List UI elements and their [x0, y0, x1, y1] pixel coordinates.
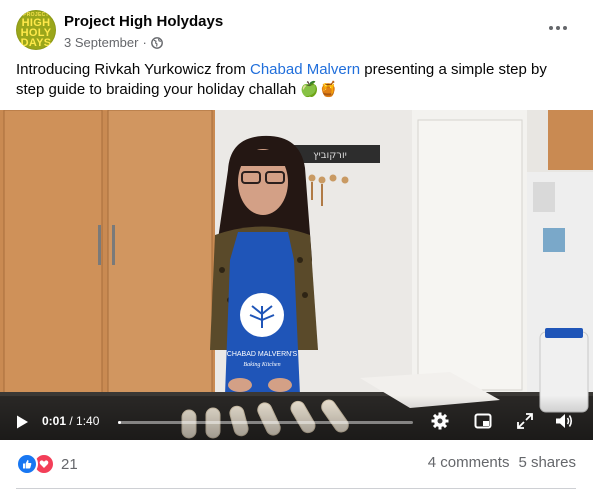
wall-sign-text: יורקוביץ [313, 150, 347, 161]
shares-link[interactable]: 5 shares [518, 454, 576, 471]
progress-bar[interactable] [118, 421, 413, 424]
comments-link[interactable]: 4 comments [428, 454, 510, 471]
globe-icon [150, 36, 163, 49]
play-icon[interactable] [14, 414, 30, 430]
more-icon[interactable] [544, 18, 572, 38]
page-name-link[interactable]: Project High Holydays [64, 13, 223, 30]
video-frame: יורקוביץ CHABAD MALVERN'S Baking Kitchen [0, 110, 593, 440]
duration: 1:40 [76, 414, 100, 428]
post-caption: Introducing Rivkah Yurkowicz from Chabad… [16, 60, 576, 100]
video-player[interactable]: יורקוביץ CHABAD MALVERN'S Baking Kitchen [0, 110, 593, 440]
post-header: PROJECT HIGH HOLY DAYS Project High Holy… [16, 10, 576, 54]
page-avatar[interactable]: PROJECT HIGH HOLY DAYS [16, 10, 56, 50]
divider [16, 488, 576, 489]
caption-text-start: Introducing Rivkah Yurkowicz from [16, 61, 250, 78]
meta-dot: · [142, 35, 147, 50]
progress-fill [118, 421, 121, 424]
apron-text-1: CHABAD MALVERN'S [227, 351, 298, 358]
reactions-summary[interactable]: 21 [16, 452, 78, 476]
avatar-text-4: DAYS [20, 37, 52, 49]
post-footer: 21 4 comments 5 shares [16, 452, 576, 476]
video-time: 0:01 / 1:40 [42, 414, 99, 428]
post-meta: 3 September · [64, 35, 163, 50]
miniplayer-icon[interactable] [473, 411, 493, 431]
time-separator: / [66, 414, 77, 428]
settings-icon[interactable] [430, 411, 450, 431]
post-stats: 4 comments 5 shares [428, 454, 576, 471]
apron-text-2: Baking Kitchen [243, 362, 280, 368]
fullscreen-icon[interactable] [515, 411, 535, 431]
reaction-count: 21 [61, 455, 78, 473]
post-card: PROJECT HIGH HOLY DAYS Project High Holy… [0, 0, 593, 491]
chabad-malvern-link[interactable]: Chabad Malvern [250, 61, 360, 78]
volume-icon[interactable] [554, 411, 574, 431]
post-date[interactable]: 3 September [64, 35, 138, 50]
current-time: 0:01 [42, 414, 67, 428]
like-icon [16, 453, 38, 475]
